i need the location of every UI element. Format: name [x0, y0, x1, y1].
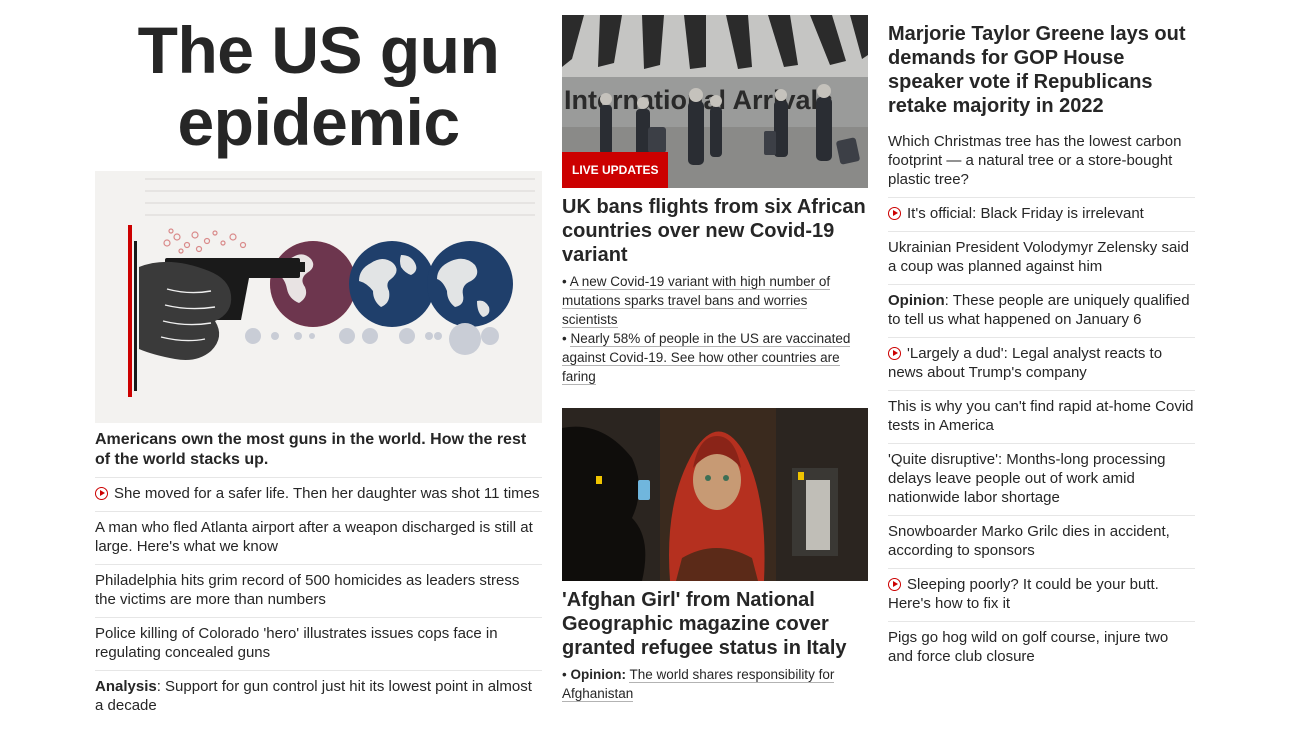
list-item[interactable]: Analysis: Support for gun control just h… [95, 670, 542, 723]
list-item[interactable]: Which Christmas tree has the lowest carb… [888, 128, 1195, 197]
bullet-prefix: Opinion: [570, 667, 626, 682]
list-item[interactable]: Police killing of Colorado 'hero' illust… [95, 617, 542, 670]
headline-list-right: Which Christmas tree has the lowest carb… [888, 128, 1195, 674]
right-headline-link[interactable]: Marjorie Taylor Greene lays out demands … [888, 22, 1195, 118]
story1-headline-link[interactable]: UK bans flights from six African countri… [562, 195, 868, 267]
gun-globes-illustration [95, 171, 542, 423]
section-title-link[interactable]: The US gun epidemic [95, 14, 542, 158]
list-item-text: Sleeping poorly? It could be your butt. … [888, 576, 1159, 612]
video-play-icon [888, 347, 901, 360]
story2-bullets: • Opinion: The world shares responsibili… [562, 665, 862, 703]
list-item-prefix: Opinion [888, 292, 945, 309]
list-item-text: Police killing of Colorado 'hero' illust… [95, 625, 498, 661]
list-item[interactable]: Snowboarder Marko Grilc dies in accident… [888, 515, 1195, 568]
list-item[interactable]: She moved for a safer life. Then her dau… [95, 477, 542, 511]
list-item[interactable]: 'Quite disruptive': Months-long processi… [888, 443, 1195, 515]
list-item-text: This is why you can't find rapid at-home… [888, 398, 1194, 434]
list-item-text: 'Quite disruptive': Months-long processi… [888, 451, 1166, 506]
exhibit-photo-illustration [562, 408, 868, 581]
list-item[interactable]: Ukrainian President Volodymyr Zelensky s… [888, 231, 1195, 284]
headline-list-left: She moved for a safer life. Then her dau… [95, 477, 542, 723]
bullet-item[interactable]: • Opinion: The world shares responsibili… [562, 665, 862, 703]
bullet-link[interactable]: A new Covid-19 variant with high number … [562, 274, 831, 328]
list-item-text: It's official: Black Friday is irrelevan… [907, 205, 1144, 222]
list-item-text: Which Christmas tree has the lowest carb… [888, 133, 1182, 188]
live-updates-badge: LIVE UPDATES [562, 152, 669, 188]
list-item-text: Snowboarder Marko Grilc dies in accident… [888, 523, 1170, 559]
afghan-girl-photo[interactable] [562, 408, 868, 581]
bullet-item[interactable]: • Nearly 58% of people in the US are vac… [562, 329, 862, 386]
list-item-text: A man who fled Atlanta airport after a w… [95, 519, 533, 555]
bullet-item[interactable]: • A new Covid-19 variant with high numbe… [562, 272, 862, 329]
list-item[interactable]: Philadelphia hits grim record of 500 hom… [95, 564, 542, 617]
list-item[interactable]: 'Largely a dud': Legal analyst reacts to… [888, 337, 1195, 390]
list-item[interactable]: Opinion: These people are uniquely quali… [888, 284, 1195, 337]
story2-headline-link[interactable]: 'Afghan Girl' from National Geographic m… [562, 588, 868, 660]
list-item-text: Philadelphia hits grim record of 500 hom… [95, 572, 520, 608]
list-item[interactable]: Pigs go hog wild on golf course, injure … [888, 621, 1195, 674]
list-item-text: Ukrainian President Volodymyr Zelensky s… [888, 239, 1189, 275]
story1-bullets: • A new Covid-19 variant with high numbe… [562, 272, 862, 386]
list-item-text: 'Largely a dud': Legal analyst reacts to… [888, 345, 1163, 381]
gun-epidemic-illustration[interactable] [95, 171, 542, 423]
video-play-icon [888, 207, 901, 220]
list-item[interactable]: It's official: Black Friday is irrelevan… [888, 197, 1195, 231]
list-item[interactable]: A man who fled Atlanta airport after a w… [95, 511, 542, 564]
lead-headline-link[interactable]: Americans own the most guns in the world… [95, 430, 542, 470]
list-item-prefix: Analysis [95, 678, 157, 695]
list-item-text: Pigs go hog wild on golf course, injure … [888, 629, 1169, 665]
list-item[interactable]: This is why you can't find rapid at-home… [888, 390, 1195, 443]
list-item[interactable]: Sleeping poorly? It could be your butt. … [888, 568, 1195, 621]
video-play-icon [888, 578, 901, 591]
video-play-icon [95, 487, 108, 500]
list-item-text: : Support for gun control just hit its l… [95, 678, 532, 714]
bullet-link[interactable]: Nearly 58% of people in the US are vacci… [562, 331, 851, 385]
arrivals-photo[interactable]: International Arrivals LIVE UPDATES [562, 15, 868, 188]
list-item-text: She moved for a safer life. Then her dau… [114, 485, 540, 502]
